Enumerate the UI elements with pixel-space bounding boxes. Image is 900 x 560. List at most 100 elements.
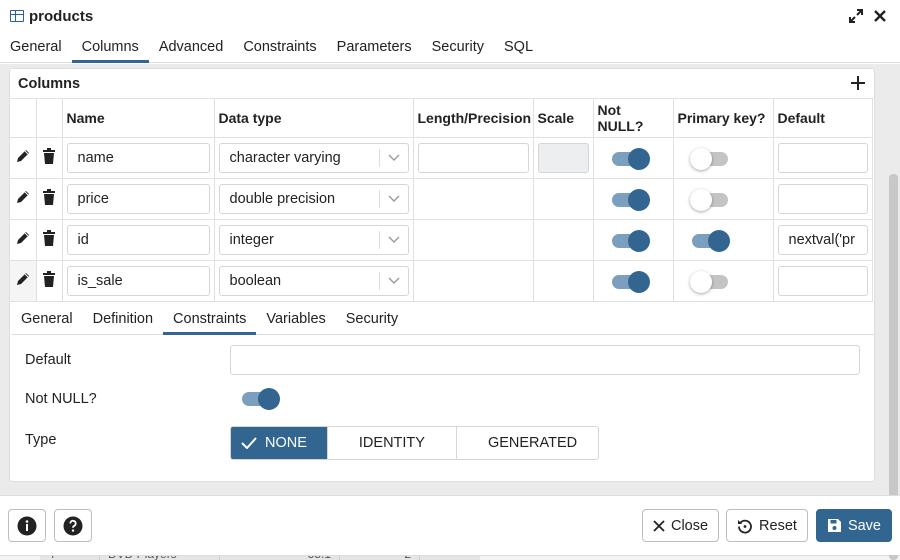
header-delete: [36, 99, 63, 138]
header-scale: Scale: [533, 99, 594, 138]
default-field[interactable]: [230, 345, 860, 375]
type-row: Type NONE IDENTITY GENERATED: [25, 426, 600, 460]
default-input[interactable]: [777, 142, 868, 173]
data-type-select[interactable]: integer: [218, 224, 409, 255]
column-name-input[interactable]: price: [66, 183, 210, 214]
dialog-title: products: [29, 7, 94, 25]
primary-key-toggle[interactable]: [689, 147, 728, 170]
close-button[interactable]: Close: [641, 509, 720, 542]
info-button[interactable]: [8, 509, 46, 542]
column-name-input[interactable]: is_sale: [66, 265, 210, 296]
chevron-down-icon: [380, 195, 408, 203]
length-input[interactable]: [417, 142, 529, 173]
pencil-icon[interactable]: [15, 189, 31, 205]
columns-panel: Columns Name Data type Length/Precision …: [9, 68, 875, 482]
length-cell: [413, 219, 534, 261]
tab-constraints[interactable]: Constraints: [233, 32, 326, 62]
delete-cell: [36, 260, 63, 302]
column-name-input[interactable]: id: [66, 224, 210, 255]
help-icon: [63, 516, 83, 536]
primary-key-cell: [673, 260, 774, 302]
column-name-input[interactable]: name: [66, 142, 210, 173]
tab-columns[interactable]: Columns: [71, 32, 150, 63]
check-icon: [241, 437, 257, 449]
tab-parameters[interactable]: Parameters: [327, 32, 422, 62]
delete-cell: [36, 137, 63, 179]
datatype-cell: double precision: [214, 178, 414, 220]
save-icon: [827, 518, 842, 533]
edit-cell: [10, 137, 37, 179]
length-cell: [413, 137, 534, 179]
pencil-icon[interactable]: [15, 271, 31, 287]
data-type-select[interactable]: character varying: [218, 142, 409, 173]
header-length: Length/Precision: [413, 99, 534, 138]
delete-cell: [36, 219, 63, 261]
datatype-cell: integer: [214, 219, 414, 261]
subtab-constraints[interactable]: Constraints: [163, 303, 257, 335]
type-option-identity[interactable]: IDENTITY: [328, 427, 457, 459]
not-null-toggle[interactable]: [611, 188, 650, 211]
data-type-select[interactable]: boolean: [218, 265, 409, 296]
datatype-cell: boolean: [214, 260, 414, 302]
scale-cell: [533, 137, 594, 179]
columns-panel-header: Columns: [10, 69, 874, 99]
add-column-button[interactable]: [850, 72, 866, 96]
subtab-security[interactable]: Security: [336, 303, 408, 334]
tab-general[interactable]: General: [0, 32, 72, 62]
reset-label: Reset: [759, 517, 797, 534]
table-row: id integer nextval('pr: [10, 219, 873, 261]
data-type-select[interactable]: double precision: [218, 183, 409, 214]
help-button[interactable]: [54, 509, 92, 542]
length-cell: [413, 178, 534, 220]
name-cell: name: [62, 137, 215, 179]
save-button[interactable]: Save: [815, 509, 892, 542]
type-option-none[interactable]: NONE: [231, 427, 328, 459]
not-null-toggle[interactable]: [611, 229, 650, 252]
trash-icon[interactable]: [41, 189, 57, 205]
primary-key-toggle[interactable]: [689, 188, 728, 211]
table-icon: [10, 10, 24, 22]
trash-icon[interactable]: [41, 148, 57, 164]
pencil-icon[interactable]: [15, 148, 31, 164]
primary-key-toggle[interactable]: [689, 270, 728, 293]
type-label: Type: [25, 432, 57, 448]
type-segmented-control: NONE IDENTITY GENERATED: [230, 426, 600, 460]
tab-sql[interactable]: SQL: [494, 32, 543, 62]
subtab-definition[interactable]: Definition: [83, 303, 163, 334]
default-cell: nextval('pr: [773, 219, 873, 261]
chevron-down-icon: [380, 236, 408, 244]
default-cell: [773, 260, 873, 302]
default-input[interactable]: nextval('pr: [777, 224, 868, 255]
scale-cell: [533, 219, 594, 261]
close-label: Close: [670, 517, 709, 534]
not-null-row: Not NULL?: [25, 388, 280, 410]
not-null-form-toggle[interactable]: [242, 388, 280, 410]
default-input[interactable]: [777, 265, 868, 296]
default-input[interactable]: [777, 183, 868, 214]
dialog-footer: Close Reset Save: [0, 495, 900, 555]
not-null-cell: [593, 178, 674, 220]
tab-advanced[interactable]: Advanced: [149, 32, 234, 62]
primary-key-cell: [673, 178, 774, 220]
primary-key-toggle[interactable]: [691, 229, 730, 252]
reset-button[interactable]: Reset: [726, 509, 808, 542]
trash-icon[interactable]: [41, 271, 57, 287]
tab-security[interactable]: Security: [422, 32, 494, 62]
trash-icon[interactable]: [41, 230, 57, 246]
expand-icon[interactable]: [846, 6, 866, 26]
header-primary-key: Primary key?: [673, 99, 774, 138]
close-icon[interactable]: [870, 6, 890, 26]
default-cell: [773, 178, 873, 220]
scale-cell: [533, 260, 594, 302]
not-null-toggle[interactable]: [611, 270, 650, 293]
type-option-generated[interactable]: GENERATED: [457, 427, 598, 459]
edit-cell: [10, 260, 37, 302]
data-type-value: boolean: [229, 272, 282, 289]
table-row: price double precision: [10, 178, 873, 220]
subtab-general[interactable]: General: [11, 303, 83, 334]
columns-panel-title: Columns: [18, 75, 81, 92]
subtab-variables[interactable]: Variables: [256, 303, 335, 334]
not-null-toggle[interactable]: [611, 147, 650, 170]
pencil-icon[interactable]: [15, 230, 31, 246]
table-properties-dialog: products General Columns Advanced Constr…: [0, 0, 900, 560]
